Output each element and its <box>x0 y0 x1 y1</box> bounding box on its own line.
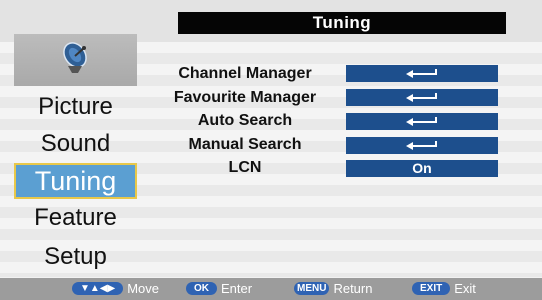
setting-label-lcn[interactable]: LCN <box>150 159 340 177</box>
enter-arrow-icon <box>406 69 437 78</box>
sidebar-item-feature[interactable]: Feature <box>14 200 137 236</box>
hint-move-label: Move <box>127 281 159 296</box>
sidebar-item-sound[interactable]: Sound <box>14 126 137 162</box>
hint-exit: EXIT Exit <box>412 281 476 296</box>
sidebar-item-tuning[interactable]: Tuning <box>14 163 137 199</box>
ok-key-badge: OK <box>186 282 217 295</box>
setting-label-channel-manager[interactable]: Channel Manager <box>150 65 340 83</box>
exit-key-badge: EXIT <box>412 282 451 295</box>
sidebar-item-setup[interactable]: Setup <box>14 239 137 275</box>
move-keys-badge: ▼▲◀▶ <box>72 282 124 295</box>
enter-arrow-icon <box>406 117 437 126</box>
satellite-dish-icon <box>58 40 94 81</box>
hint-return-label: Return <box>333 281 373 296</box>
hint-return: MENU Return <box>294 281 372 296</box>
setting-label-auto-search[interactable]: Auto Search <box>150 112 340 130</box>
menu-title: Tuning <box>178 12 506 34</box>
hint-move: ▼▲◀▶ Move <box>72 281 159 296</box>
manual-search-enter[interactable] <box>346 137 498 154</box>
enter-arrow-icon <box>406 93 437 102</box>
lcn-value[interactable]: On <box>346 160 498 177</box>
footer-hints: ▼▲◀▶ Move OK Enter MENU Return EXIT Exit <box>0 278 542 300</box>
hint-enter-label: Enter <box>221 281 253 296</box>
setting-label-manual-search[interactable]: Manual Search <box>150 136 340 154</box>
setting-label-favourite-manager[interactable]: Favourite Manager <box>150 89 340 107</box>
tuning-icon-panel <box>14 34 137 86</box>
hint-exit-label: Exit <box>454 281 476 296</box>
auto-search-enter[interactable] <box>346 113 498 130</box>
enter-arrow-icon <box>406 141 437 150</box>
favourite-manager-enter[interactable] <box>346 89 498 106</box>
hint-enter: OK Enter <box>186 281 252 296</box>
channel-manager-enter[interactable] <box>346 65 498 82</box>
sidebar-item-picture[interactable]: Picture <box>14 89 137 125</box>
menu-key-badge: MENU <box>294 282 330 295</box>
